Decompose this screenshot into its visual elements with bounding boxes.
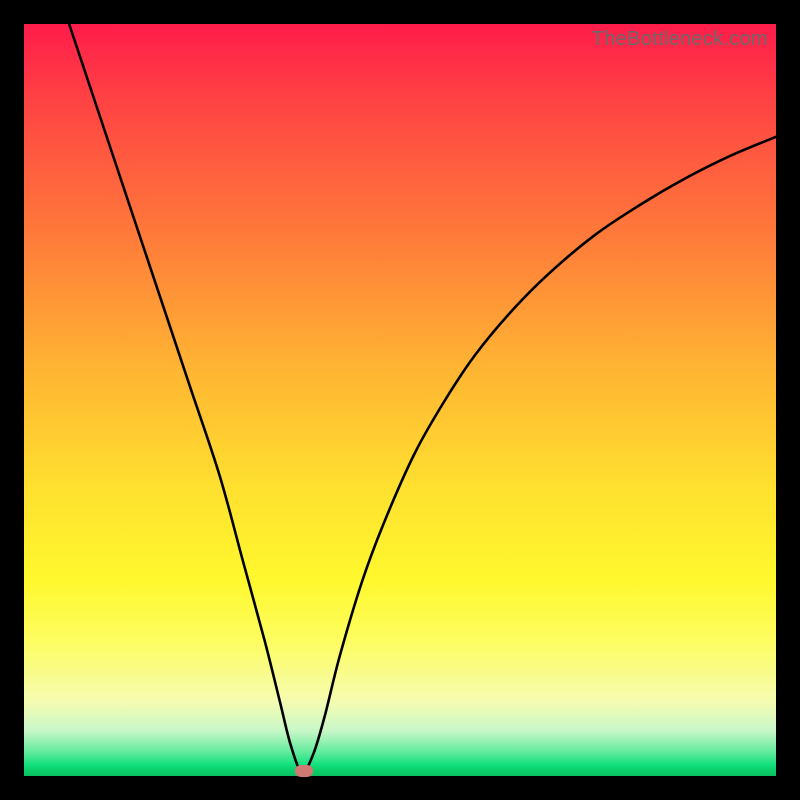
- chart-frame: TheBottleneck.com: [0, 0, 800, 800]
- optimal-point-marker: [295, 765, 313, 777]
- plot-area: TheBottleneck.com: [24, 24, 776, 776]
- bottleneck-curve: [24, 24, 776, 776]
